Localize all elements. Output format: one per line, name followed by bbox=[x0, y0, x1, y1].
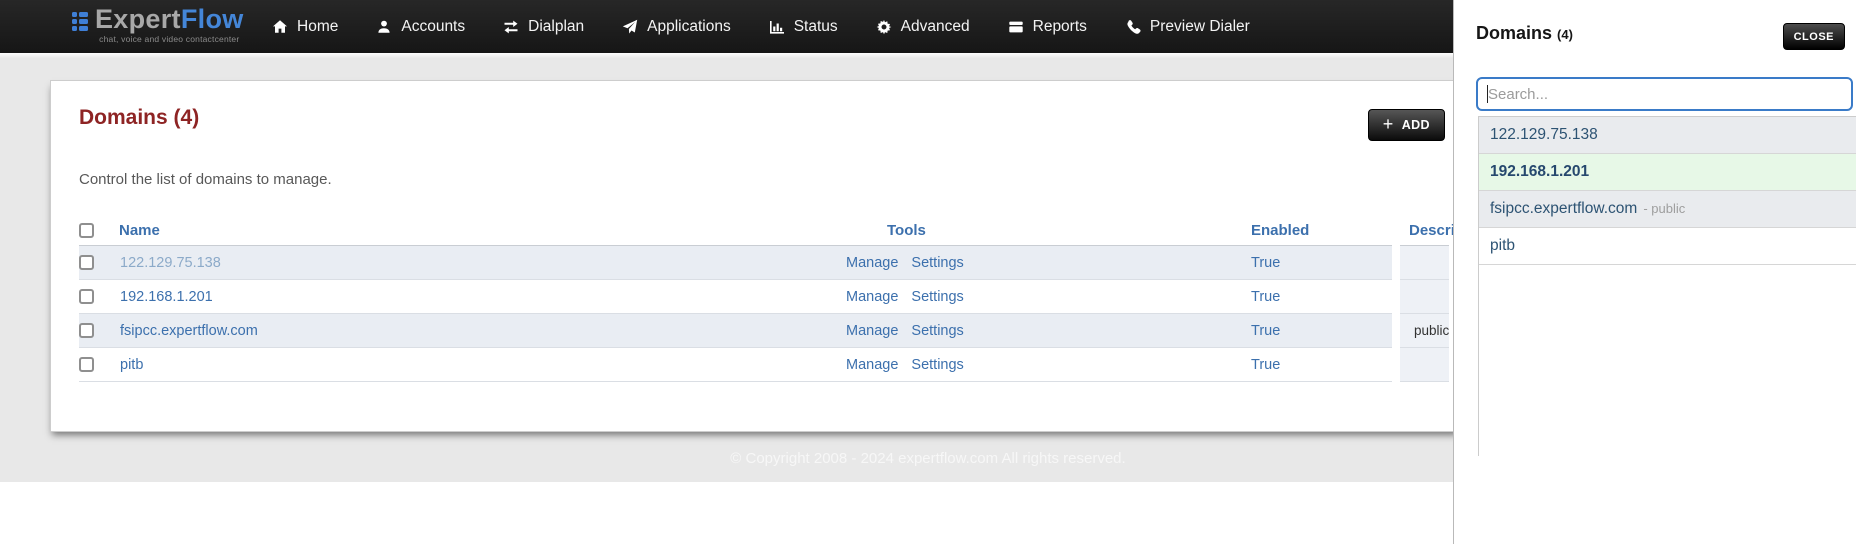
send-icon bbox=[622, 19, 638, 35]
row-checkbox[interactable] bbox=[79, 323, 94, 339]
nav-item-label: Advanced bbox=[900, 17, 970, 35]
panel-domain-label: 192.168.1.201 bbox=[1490, 163, 1590, 180]
table-row: pitb Manage Settings True bbox=[79, 347, 1449, 382]
nav-item-label: Reports bbox=[1032, 17, 1087, 35]
table-row: 192.168.1.201 Manage Settings True bbox=[79, 279, 1449, 314]
table-row: 122.129.75.138 Manage Settings True bbox=[79, 245, 1449, 280]
enabled-value[interactable]: True bbox=[1251, 357, 1280, 373]
nav-item-label: Accounts bbox=[401, 17, 466, 35]
home-icon bbox=[272, 19, 288, 35]
add-button[interactable]: + ADD bbox=[1367, 109, 1445, 141]
nav-item-label: Status bbox=[793, 17, 838, 35]
domain-name-link[interactable]: pitb bbox=[120, 357, 143, 373]
description-cell bbox=[1392, 347, 1449, 382]
search-input[interactable] bbox=[1476, 77, 1853, 111]
settings-link[interactable]: Settings bbox=[911, 357, 963, 373]
domains-side-panel: Domains (4) CLOSE 122.129.75.138 192.168.… bbox=[1453, 0, 1856, 544]
enabled-value[interactable]: True bbox=[1251, 323, 1280, 339]
close-button[interactable]: CLOSE bbox=[1782, 23, 1845, 50]
settings-link[interactable]: Settings bbox=[911, 255, 963, 271]
page-subtitle: Control the list of domains to manage. bbox=[79, 171, 332, 188]
bar-chart-icon bbox=[769, 19, 785, 35]
enabled-value[interactable]: True bbox=[1251, 289, 1280, 305]
nav-item-label: Preview Dialer bbox=[1149, 17, 1250, 35]
domains-table: Name Tools Enabled Description 122.129.7… bbox=[79, 215, 1459, 382]
page-title: Domains (4) bbox=[79, 106, 200, 129]
domain-name-link[interactable]: fsipcc.expertflow.com bbox=[120, 323, 258, 339]
enabled-value[interactable]: True bbox=[1251, 255, 1280, 271]
gear-icon bbox=[876, 19, 892, 35]
nav-item-home[interactable]: Home bbox=[272, 18, 338, 36]
plus-icon: + bbox=[1382, 114, 1394, 134]
column-header-enabled[interactable]: Enabled bbox=[1231, 215, 1396, 246]
expertflow-logo-icon bbox=[72, 12, 88, 31]
add-button-label: ADD bbox=[1401, 118, 1430, 132]
domain-name-link[interactable]: 122.129.75.138 bbox=[120, 255, 221, 271]
settings-link[interactable]: Settings bbox=[911, 323, 963, 339]
domain-name-link[interactable]: 192.168.1.201 bbox=[120, 289, 213, 305]
nav-item-label: Home bbox=[297, 17, 339, 35]
panel-domain-item[interactable]: 192.168.1.201 bbox=[1479, 154, 1856, 191]
description-cell bbox=[1392, 279, 1449, 314]
nav-item-preview-dialer[interactable]: Preview Dialer bbox=[1125, 18, 1250, 36]
nav-item-reports[interactable]: Reports bbox=[1008, 18, 1087, 36]
manage-link[interactable]: Manage bbox=[846, 323, 898, 339]
swap-icon bbox=[503, 19, 519, 35]
panel-domain-item[interactable]: pitb bbox=[1479, 228, 1856, 265]
phone-icon bbox=[1125, 19, 1141, 35]
settings-link[interactable]: Settings bbox=[911, 289, 963, 305]
manage-link[interactable]: Manage bbox=[846, 255, 898, 271]
navbar-bottom-highlight bbox=[0, 53, 1454, 58]
manage-link[interactable]: Manage bbox=[846, 289, 898, 305]
nav-item-applications[interactable]: Applications bbox=[622, 18, 731, 36]
user-icon bbox=[376, 19, 392, 35]
panel-domain-label: fsipcc.expertflow.com bbox=[1490, 200, 1638, 217]
table-row: fsipcc.expertflow.com Manage Settings True p… bbox=[79, 313, 1449, 348]
column-header-tools[interactable]: Tools bbox=[831, 215, 1231, 246]
panel-domain-label: pitb bbox=[1490, 237, 1515, 254]
main-navigation: Home Accounts Dialplan Applications Status Ad… bbox=[272, 0, 1250, 53]
panel-count-badge: (4) bbox=[1557, 27, 1573, 42]
manage-link[interactable]: Manage bbox=[846, 357, 898, 373]
nav-item-status[interactable]: Status bbox=[769, 18, 838, 36]
panel-domain-item[interactable]: 122.129.75.138 bbox=[1479, 117, 1856, 154]
column-header-name[interactable]: Name bbox=[119, 215, 831, 246]
panel-domain-suffix: - public bbox=[1643, 201, 1686, 216]
nav-item-accounts[interactable]: Accounts bbox=[376, 18, 465, 36]
column-header-description[interactable]: Description bbox=[1396, 215, 1459, 246]
brand-logo[interactable]: ExpertFlow chat, voice and video contact… bbox=[72, 4, 244, 44]
panel-domain-label: 122.129.75.138 bbox=[1490, 126, 1598, 143]
domains-card: Domains (4) + ADD Control the list of do… bbox=[50, 80, 1460, 432]
brand-name: ExpertFlow bbox=[95, 4, 244, 34]
brand-tagline: chat, voice and video contactcenter bbox=[99, 34, 240, 44]
nav-item-dialplan[interactable]: Dialplan bbox=[503, 18, 584, 36]
nav-item-label: Applications bbox=[647, 17, 731, 35]
table-header-row: Name Tools Enabled Description bbox=[79, 215, 1459, 246]
panel-domain-item[interactable]: fsipcc.expertflow.com - public bbox=[1479, 191, 1856, 228]
row-checkbox[interactable] bbox=[79, 357, 94, 373]
text-caret bbox=[1487, 85, 1488, 103]
window-icon bbox=[1008, 19, 1024, 35]
nav-item-advanced[interactable]: Advanced bbox=[876, 18, 970, 36]
nav-item-label: Dialplan bbox=[528, 17, 585, 35]
description-cell: public bbox=[1392, 313, 1449, 348]
row-checkbox[interactable] bbox=[79, 255, 94, 271]
panel-title: Domains (4) bbox=[1476, 23, 1573, 43]
description-cell bbox=[1392, 245, 1449, 280]
select-all-checkbox[interactable] bbox=[79, 223, 94, 239]
top-navbar: ExpertFlow chat, voice and video contact… bbox=[0, 0, 1454, 53]
domain-quick-list: 122.129.75.138 192.168.1.201 fsipcc.expert… bbox=[1478, 116, 1856, 456]
row-checkbox[interactable] bbox=[79, 289, 94, 305]
